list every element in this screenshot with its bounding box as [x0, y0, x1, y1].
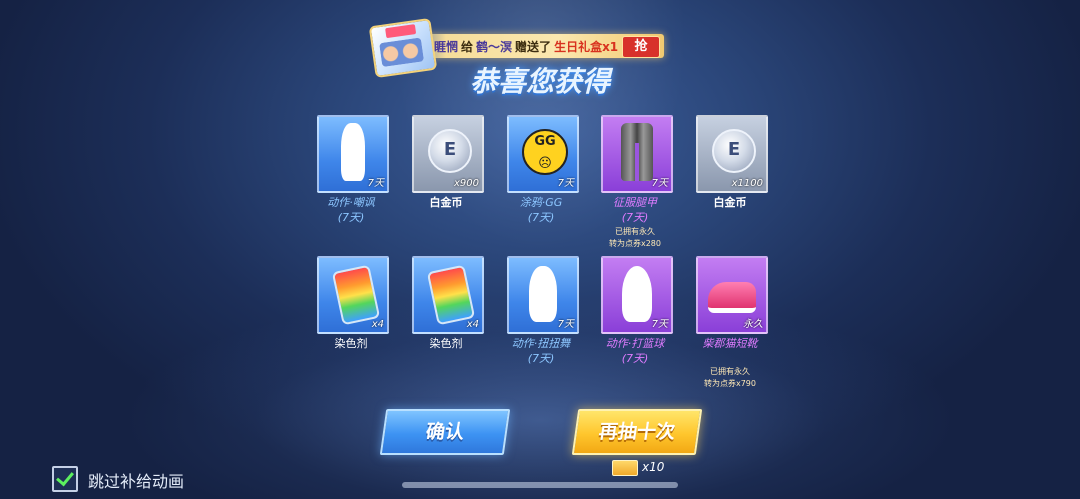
reward-label-6: 染色剂: [296, 336, 406, 351]
card-qty: 7天: [651, 319, 668, 330]
item-name: 动作·嘲讽: [327, 196, 375, 209]
owned-note: 已拥有永久: [615, 227, 655, 236]
dye-can-icon: [331, 264, 381, 326]
home-indicator: [402, 482, 678, 488]
grab-button[interactable]: 抢: [622, 36, 660, 58]
converted-note-4: 已拥有永久 转为点券x280: [575, 226, 695, 250]
card-qty: 永久: [743, 319, 763, 330]
item-name: 染色剂: [334, 337, 368, 350]
gift-broadcast-text: 睚惘给鹤～溟 赠送了 生日礼盒x1: [434, 38, 621, 55]
reward-card-9[interactable]: 7天: [601, 256, 673, 334]
card-qty: x4: [466, 319, 479, 330]
ticket-count: x10: [642, 460, 665, 474]
give-word: 给: [461, 40, 474, 54]
item-name: 动作·打篮球: [605, 337, 665, 350]
draw-ticket-icon: [612, 460, 638, 476]
reward-label-1: 动作·嘲讽 (7天): [296, 195, 406, 225]
reward-card-6[interactable]: x4: [317, 256, 389, 334]
converted-note-10: 已拥有永久 转为点券x790: [670, 366, 790, 390]
sneaker-icon: [708, 282, 756, 313]
silhouette-icon: [529, 266, 557, 322]
item-name: 白金币: [429, 196, 463, 209]
reward-label-9: 动作·打篮球 (7天): [580, 336, 690, 366]
reward-label-5: 白金币: [675, 195, 785, 210]
skip-animation-checkbox[interactable]: [52, 466, 78, 492]
card-qty: x900: [453, 178, 479, 189]
silhouette-icon: [341, 123, 365, 181]
convert-note: 转为点券x790: [703, 379, 756, 388]
reward-card-10[interactable]: 永久: [696, 256, 768, 334]
reward-title: 恭喜您获得: [469, 65, 610, 98]
silhouette-icon: [622, 266, 652, 322]
card-qty: x1100: [731, 178, 763, 189]
item-duration: (7天): [621, 211, 649, 224]
card-qty: 7天: [557, 319, 574, 330]
gg-graffiti-icon: GG ☹: [522, 129, 568, 175]
reward-card-2[interactable]: E x900: [412, 115, 484, 193]
card-qty: x4: [371, 319, 384, 330]
reward-card-1[interactable]: 7天: [317, 115, 389, 193]
card-qty: 7天: [557, 178, 574, 189]
reward-label-4: 征服腿甲 (7天): [580, 195, 690, 225]
action-word: 赠送了: [515, 40, 552, 54]
leg-armor-icon: [621, 123, 653, 181]
owned-note: 已拥有永久: [710, 367, 750, 376]
dye-can-icon: [426, 264, 476, 326]
sender-name: 睚惘: [434, 40, 459, 54]
skip-animation-label[interactable]: 跳过补给动画: [88, 468, 184, 492]
reward-card-8[interactable]: 7天: [507, 256, 579, 334]
gift-box-thumbnail: [368, 17, 438, 79]
item-name: 征服腿甲: [613, 196, 657, 209]
gift-tag: [385, 24, 417, 39]
card-qty: 7天: [367, 178, 384, 189]
reward-card-3[interactable]: GG ☹ 7天: [507, 115, 579, 193]
gift-name: 生日礼盒x1: [554, 40, 619, 54]
card-qty: 7天: [651, 178, 668, 189]
item-name: 染色剂: [429, 337, 463, 350]
reward-card-4[interactable]: 7天: [601, 115, 673, 193]
reward-label-7: 染色剂: [391, 336, 501, 351]
reward-card-5[interactable]: E x1100: [696, 115, 768, 193]
convert-note: 转为点券x280: [608, 239, 661, 248]
reward-label-10: 柴郡猫短靴: [675, 336, 785, 351]
reward-card-7[interactable]: x4: [412, 256, 484, 334]
item-name: 白金币: [713, 196, 747, 209]
confirm-button[interactable]: 确认: [379, 409, 511, 455]
item-duration: (7天): [337, 211, 365, 224]
item-name: 柴郡猫短靴: [702, 337, 758, 350]
draw-ten-button[interactable]: 再抽十次: [571, 409, 703, 455]
receiver-name: 鹤～溟: [476, 40, 513, 54]
reward-label-2: 白金币: [391, 195, 501, 210]
gift-faces-icon: [379, 37, 425, 68]
item-duration: (7天): [621, 352, 649, 365]
platinum-coin-icon: E: [428, 129, 472, 173]
platinum-coin-icon: E: [712, 129, 756, 173]
